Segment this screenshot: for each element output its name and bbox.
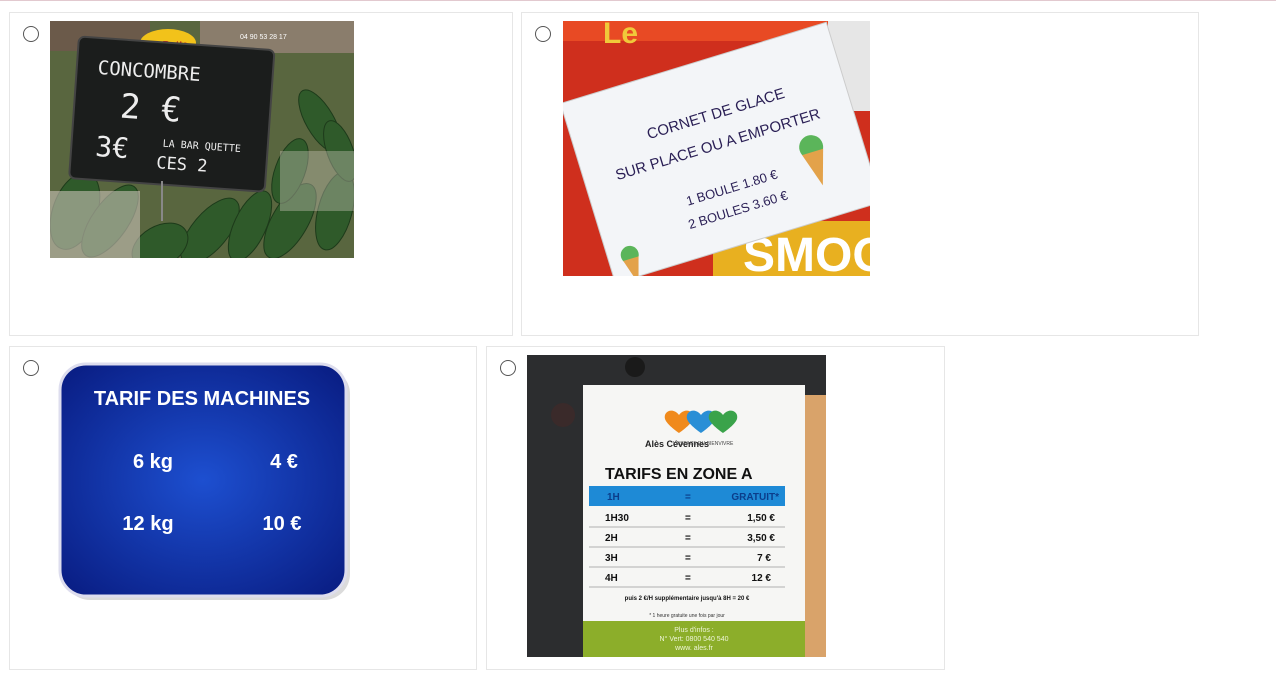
laundry-title: TARIF DES MACHINES xyxy=(94,388,310,410)
parking-time-4: 3H xyxy=(605,553,618,564)
parking-sep-5: = xyxy=(685,573,691,584)
option-card-cucumber[interactable]: La Botte 04 90 53 28 17 CONCOMBRE 2 € 3€… xyxy=(9,12,513,336)
laundry-weight-1: 6 kg xyxy=(133,451,173,473)
parking-price-4: 7 € xyxy=(757,553,771,564)
laundry-price-1: 4 € xyxy=(270,451,298,473)
parking-sep-2: = xyxy=(685,513,691,524)
parking-sep-1: = xyxy=(685,492,691,503)
parking-price-5: 12 € xyxy=(752,573,772,584)
logo-tagline: L'ESPACE DU BIENVIVRE xyxy=(673,441,734,447)
parking-price-2: 1,50 € xyxy=(747,513,775,524)
option-card-ice-cream[interactable]: Le SMOO CORNET DE GLACE SUR PLACE OU A E… xyxy=(521,12,1199,336)
option-radio-parking[interactable] xyxy=(500,360,516,376)
parking-time-2: 1H30 xyxy=(605,513,629,524)
parking-price-1: GRATUIT* xyxy=(731,492,779,503)
parking-info-3: www. ales.fr xyxy=(674,645,713,652)
parking-title: TARIFS EN ZONE A xyxy=(605,466,753,483)
parking-time-3: 2H xyxy=(605,533,618,544)
pair-note-2: CES 2 xyxy=(156,153,208,177)
parking-note: puis 2 €/H supplémentaire jusqu'à 8H = 2… xyxy=(625,596,750,602)
parking-info-1: Plus d'infos : xyxy=(674,627,714,634)
cucumber-price-photo: La Botte 04 90 53 28 17 CONCOMBRE 2 € 3€… xyxy=(50,21,354,258)
price-single: 2 € xyxy=(119,87,183,131)
price-pair: 3€ xyxy=(94,130,130,165)
parking-sep-4: = xyxy=(685,553,691,564)
parking-info-2: N° Vert: 0800 540 540 xyxy=(660,635,729,643)
option-radio-cucumber[interactable] xyxy=(23,26,39,42)
option-radio-ice-cream[interactable] xyxy=(535,26,551,42)
option-card-laundry[interactable]: TARIF DES MACHINES 6 kg 4 € 12 kg 10 € xyxy=(9,346,477,670)
parking-time-5: 4H xyxy=(605,573,618,584)
option-radio-laundry[interactable] xyxy=(23,360,39,376)
ice-cream-price-photo: Le SMOO CORNET DE GLACE SUR PLACE OU A E… xyxy=(563,21,870,276)
parking-footnote: * 1 heure gratuite une fois par jour xyxy=(649,613,725,619)
laundry-price-2: 10 € xyxy=(263,513,302,535)
laundry-tariff-sign: TARIF DES MACHINES 6 kg 4 € 12 kg 10 € xyxy=(58,362,354,602)
parking-tariff-photo: Alès Cévennes L'ESPACE DU BIENVIVRE TARI… xyxy=(527,355,826,657)
laundry-weight-2: 12 kg xyxy=(122,513,173,535)
top-phone: 04 90 53 28 17 xyxy=(240,34,287,41)
parking-price-3: 3,50 € xyxy=(747,533,775,544)
parking-sep-3: = xyxy=(685,533,691,544)
option-card-parking[interactable]: Alès Cévennes L'ESPACE DU BIENVIVRE TARI… xyxy=(486,346,945,670)
svg-text:Le: Le xyxy=(603,21,638,50)
parking-time-1: 1H xyxy=(607,492,620,503)
